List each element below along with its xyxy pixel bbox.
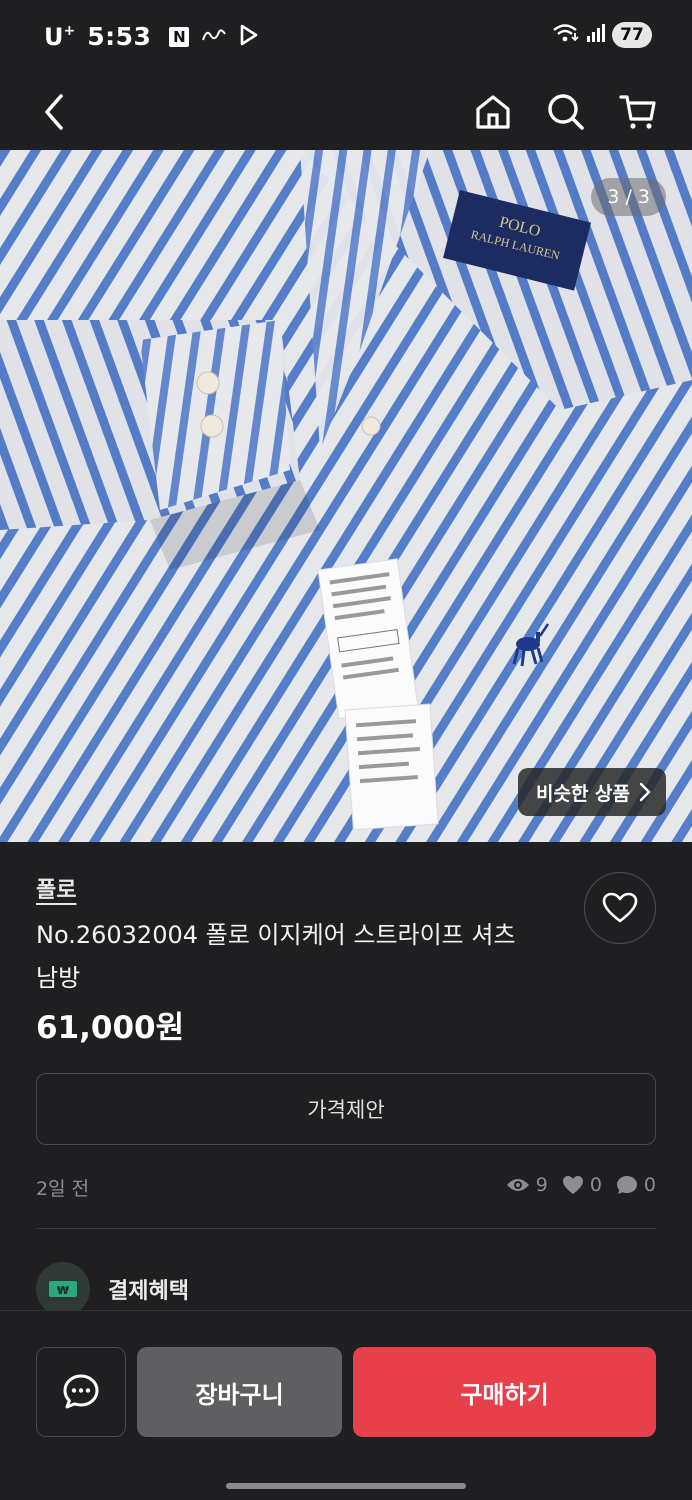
status-time: 5:53 (87, 22, 152, 51)
like-count-value: 0 (589, 1174, 602, 1196)
signal-icon (586, 23, 606, 47)
chat-count-value: 0 (643, 1174, 656, 1196)
app-notification-icon (201, 26, 227, 48)
cart-button[interactable] (610, 84, 666, 140)
product-image-gallery[interactable]: POLO RALPH LAUREN 3 / 3 비슷한 상품 (0, 150, 692, 842)
listing-stats: 9 0 0 (506, 1174, 656, 1196)
add-to-cart-button[interactable]: 장바구니 (137, 1347, 342, 1437)
heart-icon (602, 892, 638, 923)
svg-text:₩: ₩ (57, 1284, 69, 1297)
payment-benefit-label: 결제혜택 (108, 1279, 189, 1304)
buy-now-button[interactable]: 구매하기 (353, 1347, 656, 1437)
top-navigation-bar (0, 76, 692, 150)
cart-icon (619, 95, 656, 129)
chat-icon (63, 1374, 99, 1409)
similar-products-button[interactable]: 비슷한 상품 (517, 768, 666, 816)
battery-indicator: 77 (612, 22, 652, 48)
heart-filled-icon (562, 1176, 583, 1194)
product-title: No.26032004 폴로 이지케어 스트라이프 셔츠 남방 (36, 921, 516, 992)
listing-meta: 2일 전 9 0 0 (36, 1174, 656, 1204)
eye-icon (506, 1179, 529, 1191)
naver-notification-icon: N (169, 26, 190, 47)
chevron-left-icon (45, 94, 63, 130)
image-counter: 3 / 3 (591, 178, 666, 216)
carrier-label: U+ (44, 22, 76, 51)
product-image: POLO RALPH LAUREN (0, 150, 692, 842)
bottom-action-bar: 장바구니 구매하기 (0, 1310, 692, 1500)
posted-time: 2일 전 (36, 1178, 90, 1200)
chat-count: 0 (616, 1174, 656, 1196)
similar-products-label: 비슷한 상품 (535, 782, 630, 805)
search-icon (548, 94, 584, 130)
back-button[interactable] (26, 84, 82, 140)
section-divider (36, 1228, 656, 1229)
view-count: 9 (506, 1174, 548, 1196)
home-button[interactable] (465, 84, 521, 140)
home-indicator[interactable] (226, 1483, 466, 1489)
search-button[interactable] (538, 84, 594, 140)
chevron-right-icon (639, 782, 651, 802)
payment-benefit-row[interactable]: ₩ 결제혜택 (36, 1262, 189, 1316)
brand-link[interactable]: 폴로 (36, 872, 76, 904)
like-count: 0 (562, 1174, 602, 1196)
product-price: 61,000원 (36, 1010, 185, 1046)
price-offer-button[interactable]: 가격제안 (36, 1073, 656, 1145)
like-button[interactable] (584, 872, 656, 944)
won-ticket-icon: ₩ (36, 1262, 90, 1316)
status-bar-left: U+ 5:53 N (44, 22, 259, 51)
chat-bubble-icon (616, 1176, 637, 1194)
status-bar-right: 77 (552, 22, 652, 48)
home-icon (476, 95, 510, 129)
wifi-icon (552, 22, 580, 48)
view-count-value: 9 (535, 1174, 548, 1196)
play-store-icon (239, 24, 259, 50)
chat-button[interactable] (36, 1347, 126, 1437)
status-bar: U+ 5:53 N 77 (0, 0, 692, 76)
